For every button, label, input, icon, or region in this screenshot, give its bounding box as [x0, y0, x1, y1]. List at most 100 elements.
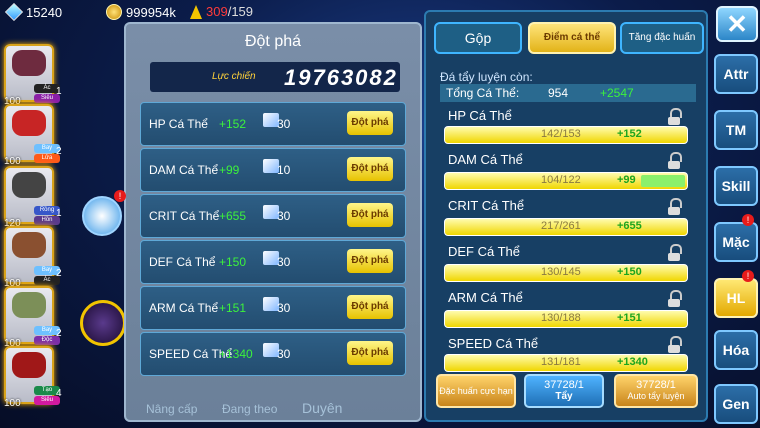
lock-icon[interactable] [668, 152, 682, 169]
side-tm-button[interactable]: TM [714, 110, 758, 150]
row-plus: +99 [219, 163, 240, 177]
auto-wash-button[interactable]: 37728/1 Auto tẩy luyện [614, 374, 698, 408]
row-cost: 30 [277, 209, 291, 223]
side-evolve-button[interactable]: Hóa [714, 330, 758, 370]
special-training-button[interactable]: Đặc huấn cực hạn [436, 374, 516, 408]
lock-icon[interactable] [668, 336, 682, 353]
lock-icon[interactable] [668, 290, 682, 307]
stat-name: HP Cá Thể [448, 108, 512, 123]
breakthrough-button[interactable]: Đột phá [347, 295, 393, 319]
stat-value: 142/153 [541, 128, 581, 140]
breakthrough-button[interactable]: Đột phá [347, 249, 393, 273]
energy-icon [190, 4, 202, 19]
breakthrough-row: DAM Cá Thể +99 10 Đột phá [140, 148, 406, 192]
lock-icon[interactable] [668, 108, 682, 125]
stat-plus: +1340 [617, 356, 648, 368]
notification-badge: ! [742, 270, 754, 282]
level-text: 100 [4, 398, 21, 409]
monster-portrait [12, 172, 46, 198]
breakthrough-button[interactable]: Đột phá [347, 111, 393, 135]
stat-name: CRIT Cá Thể [448, 198, 525, 213]
bonus-fill [641, 175, 685, 187]
row-name: DEF Cá Thể [149, 255, 216, 269]
row-name: CRIT Cá Thể [149, 209, 220, 223]
team-slot-4[interactable]: Bay Ác 100 2 [4, 226, 62, 289]
stat-plus: +99 [617, 174, 636, 186]
team-slot-2[interactable]: Bay Lửa 100 2 [4, 104, 62, 167]
side-hl-button[interactable]: HL [714, 278, 758, 318]
row-cost: 30 [277, 117, 291, 131]
row-plus: +151 [219, 301, 247, 315]
notification-badge: ! [742, 214, 754, 226]
power-value: 19763082 [284, 65, 398, 90]
monster-portrait [12, 352, 46, 378]
monster-portrait [12, 232, 46, 258]
coin-value: 999954k [126, 4, 176, 20]
stat-bar: 142/153 +152 [444, 126, 688, 144]
monster-portrait [12, 50, 46, 76]
stat-value: 131/181 [541, 356, 581, 368]
tab-special-training[interactable]: Tăng đặc huấn [620, 22, 704, 54]
wash-button[interactable]: 37728/1 Tẩy [524, 374, 604, 408]
row-plus: +1340 [219, 347, 253, 361]
side-skill-button[interactable]: Skill [714, 166, 758, 206]
energy-max: /159 [227, 4, 254, 19]
power-label: Lực chiến [212, 71, 256, 82]
row-cost: 10 [277, 163, 291, 177]
slot-count: 1 [56, 86, 62, 97]
tab-following[interactable]: Đang theo [222, 402, 277, 416]
stat-bar: 130/188 +151 [444, 310, 688, 328]
stat-plus: +151 [617, 312, 642, 324]
stat-value: 217/261 [541, 220, 581, 232]
team-slot-5[interactable]: Bay Độc 100 2 [4, 286, 62, 349]
coin-counter: 999954k [106, 4, 176, 20]
breakthrough-button[interactable]: Đột phá [347, 203, 393, 227]
breakthrough-button[interactable]: Đột phá [347, 157, 393, 181]
row-name: HP Cá Thể [149, 117, 208, 131]
row-plus: +152 [219, 117, 247, 131]
stat-value: 130/145 [541, 266, 581, 278]
pet-orb-icon[interactable] [80, 300, 126, 346]
lock-icon[interactable] [668, 244, 682, 261]
row-cost: 30 [277, 347, 291, 361]
slot-count: 1 [56, 208, 62, 219]
slot-count: 4 [56, 388, 62, 399]
total-plus: +2547 [600, 86, 634, 100]
tab-individual-points[interactable]: Điểm cá thể [528, 22, 616, 54]
team-slot-1[interactable]: Ác Siêu 100 1 [4, 44, 62, 107]
stat-name: ARM Cá Thể [448, 290, 523, 305]
slot-count: 2 [56, 146, 62, 157]
breakthrough-row: HP Cá Thể +152 30 Đột phá [140, 102, 406, 146]
side-attr-button[interactable]: Attr [714, 54, 758, 94]
lock-orb-icon[interactable] [82, 196, 122, 236]
lock-icon[interactable] [668, 198, 682, 215]
energy-current: 309 [206, 4, 228, 19]
stat-name: DEF Cá Thể [448, 244, 521, 259]
side-wear-button[interactable]: Mặc [714, 222, 758, 262]
breakthrough-row: ARM Cá Thể +151 30 Đột phá [140, 286, 406, 330]
team-slot-3[interactable]: Rồng Hồn 120 1 [4, 166, 62, 229]
tab-fate[interactable]: Duyên [302, 400, 342, 416]
close-icon[interactable]: ✕ [716, 6, 758, 42]
stat-bar: 131/181 +1340 [444, 354, 688, 372]
row-cost: 30 [277, 255, 291, 269]
tab-upgrade[interactable]: Nâng cấp [146, 402, 197, 416]
stat-name: DAM Cá Thể [448, 152, 523, 167]
side-gen-button[interactable]: Gen [714, 384, 758, 424]
slot-count: 2 [56, 268, 62, 279]
stat-value: 104/122 [541, 174, 581, 186]
row-name: ARM Cá Thể [149, 301, 219, 315]
gem-value: 15240 [26, 4, 63, 20]
row-name: DAM Cá Thể [149, 163, 219, 177]
team-slot-6[interactable]: Tạo Siêu 100 4 [4, 346, 62, 409]
breakthrough-row: DEF Cá Thể +150 30 Đột phá [140, 240, 406, 284]
auto-wash-count: 37728/1 [636, 379, 676, 391]
wash-count: 37728/1 [544, 379, 584, 391]
stat-bar: 217/261 +655 [444, 218, 688, 236]
breakthrough-button[interactable]: Đột phá [347, 341, 393, 365]
breakthrough-panel: Đột phá Lực chiến 19763082 HP Cá Thể +15… [124, 22, 422, 422]
row-plus: +655 [219, 209, 247, 223]
tab-merge[interactable]: Gộp [434, 22, 522, 54]
stat-value: 130/188 [541, 312, 581, 324]
panel-title: Đột phá [244, 33, 302, 50]
